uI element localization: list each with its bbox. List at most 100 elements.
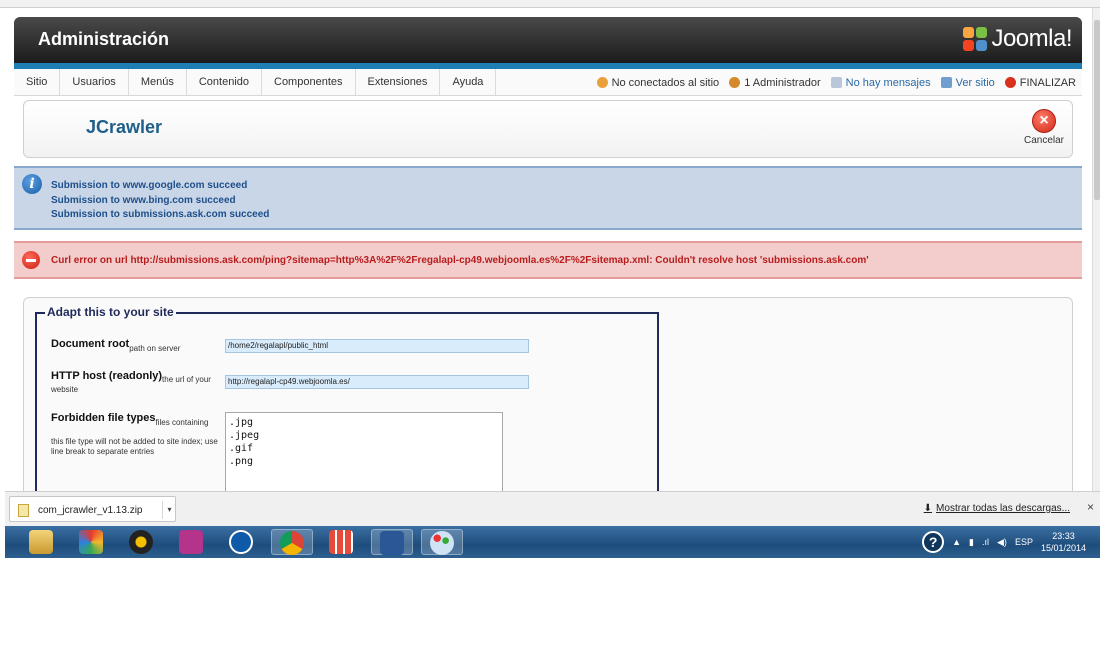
forbidden-types-label-text: Forbidden file types [51,412,156,424]
word-glyph [380,531,404,555]
volume-icon[interactable]: ◀) [997,537,1007,548]
info-icon: i [22,174,42,194]
menu-item-sitio[interactable]: Sitio [14,69,61,95]
page-scrollbar[interactable] [1092,8,1100,491]
status-messages-label: No hay mensajes [845,76,931,89]
explorer-icon[interactable] [21,529,63,555]
download-item[interactable]: com_jcrawler_v1.13.zip ▾ [9,496,176,522]
menu-item-ayuda[interactable]: Ayuda [440,69,497,95]
status-offline-users-label: No conectados al sitio [611,76,720,89]
forbidden-types-textarea[interactable]: .jpg .jpeg .gif .png [225,412,503,491]
apps-grid-icon[interactable] [321,529,363,555]
menu-item-componentes[interactable]: Componentes [262,69,356,95]
mail-icon [830,77,842,88]
apps-grid-glyph [329,530,353,554]
component-toolbar: JCrawler × Cancelar [23,100,1073,158]
page-title: JCrawler [86,117,163,137]
users-icon [596,77,608,88]
error-message-text: Curl error on url http://submissions.ask… [51,255,869,266]
clock-time: 23:33 [1052,531,1075,541]
zip-file-icon [18,504,29,517]
admin-header: Administración Joomla! [14,17,1082,63]
forbidden-types-hint: files containing [155,418,209,427]
document-root-hint: path on server [129,344,181,353]
download-file-name: com_jcrawler_v1.13.zip [38,505,143,516]
system-tray: ? ▲ ▮ .ıl ◀) ESP 23:33 15/01/2014 [922,526,1086,558]
menu-item-menus[interactable]: Menús [129,69,187,95]
forbidden-types-hint-line2: this file type will not be added to site… [51,437,218,456]
explorer-glyph [29,530,53,554]
menu-item-extensiones[interactable]: Extensiones [356,69,441,95]
content-panel: Adapt this to your site Document rootpat… [23,297,1073,491]
chrome-icon[interactable] [271,529,313,555]
http-host-input[interactable]: http://regalapl-cp49.webjoomla.es/ [225,375,529,389]
download-arrow-icon: ⬇ [923,503,933,514]
bookmarks-bar [0,0,1100,8]
http-host-hint-line2: website [51,385,79,394]
site-settings-fieldset: Adapt this to your site Document rootpat… [35,305,659,491]
game-icon[interactable] [71,529,113,555]
wifi-app-icon[interactable] [171,529,213,555]
http-host-label: HTTP host (readonly)the url of your webs… [51,370,221,396]
document-root-label: Document rootpath on server [51,338,181,353]
info-message-box: i Submission to www.google.com succeed S… [14,166,1082,230]
download-menu-arrow-icon[interactable]: ▾ [162,501,176,519]
forbidden-types-label: Forbidden file typesfiles containing [51,412,209,427]
cancel-button[interactable]: × Cancelar [1020,109,1068,146]
clock[interactable]: 23:33 15/01/2014 [1041,530,1086,554]
windows-taskbar: ? ▲ ▮ .ıl ◀) ESP 23:33 15/01/2014 [5,526,1100,558]
hp-glyph [229,530,253,554]
joomla-logo-text: Joomla! [991,25,1072,52]
status-admins: 1 Administrador [729,76,821,89]
menu-item-usuarios[interactable]: Usuarios [60,69,129,95]
tray-expand-icon[interactable]: ▲ [952,537,961,547]
download-bar: com_jcrawler_v1.13.zip ▾ ⬇ Mostrar todas… [5,491,1100,526]
info-message-google: Submission to www.google.com succeed [51,180,248,191]
document-root-label-text: Document root [51,338,130,350]
clock-date: 15/01/2014 [1040,543,1086,553]
cancel-label: Cancelar [1023,135,1065,146]
media-icon[interactable] [121,529,163,555]
status-messages[interactable]: No hay mensajes [830,76,931,89]
view-site-link[interactable]: Ver sitio [940,76,995,89]
hp-icon[interactable] [221,529,263,555]
status-admins-label: 1 Administrador [744,76,821,89]
cancel-icon: × [1032,109,1056,133]
status-offline-users: No conectados al sitio [596,76,720,89]
media-glyph [129,530,153,554]
info-message-ask: Submission to submissions.ask.com succee… [51,209,270,220]
chrome-glyph [280,531,304,555]
show-all-downloads-link[interactable]: ⬇ Mostrar todas las descargas... [924,503,1070,514]
language-indicator[interactable]: ESP [1015,537,1033,547]
game-glyph [79,530,103,554]
word-icon[interactable] [371,529,413,555]
info-message-bing: Submission to www.bing.com succeed [51,195,236,206]
paint-glyph [430,531,454,555]
fieldset-legend: Adapt this to your site [45,305,176,319]
screen: Administración Joomla! Sitio Usuarios Me… [0,0,1100,672]
power-icon [1004,77,1016,88]
joomla-logo[interactable]: Joomla! [963,25,1072,53]
admin-user-icon [729,77,741,88]
browser-viewport: Administración Joomla! Sitio Usuarios Me… [5,8,1092,491]
view-site-label: Ver sitio [955,76,995,89]
paint-icon[interactable] [421,529,463,555]
http-host-hint: the url of your [162,375,211,384]
signal-icon[interactable]: .ıl [982,537,989,547]
logout-label: FINALIZAR [1019,76,1076,89]
http-host-label-text: HTTP host (readonly) [51,370,163,382]
monitor-icon [940,77,952,88]
admin-menu: Sitio Usuarios Menús Contenido Component… [14,69,1082,96]
scrollbar-thumb[interactable] [1094,20,1100,200]
help-icon[interactable]: ? [922,531,945,553]
menu-item-contenido[interactable]: Contenido [187,69,262,95]
admin-title: Administración [38,29,170,49]
wifi-app-glyph [179,530,203,554]
logout-link[interactable]: FINALIZAR [1004,76,1076,89]
close-download-bar-icon[interactable]: × [1087,500,1094,514]
battery-icon[interactable]: ▮ [969,537,974,548]
joomla-logo-icon [963,27,988,51]
status-area: No conectados al sitio 1 Administrador N… [596,69,1076,96]
error-icon [22,251,40,269]
document-root-input[interactable]: /home2/regalapl/public_html [225,339,529,353]
